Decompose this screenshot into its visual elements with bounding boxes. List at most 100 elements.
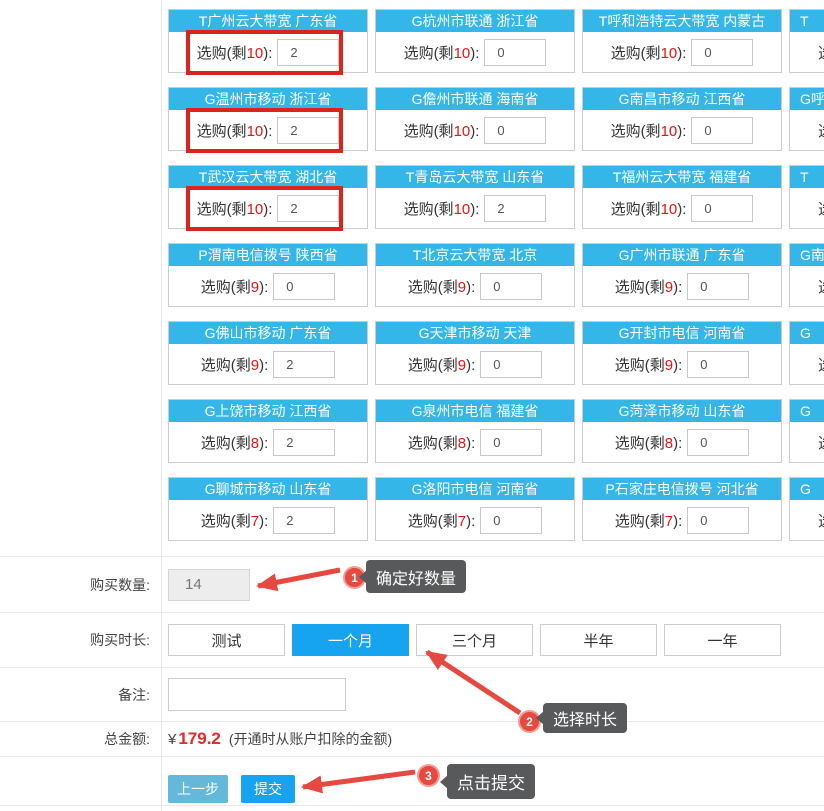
remaining-count: 9 [251, 279, 259, 296]
remaining-count: 10 [454, 123, 471, 140]
pick-quantity-input[interactable] [687, 507, 749, 534]
product-card: G杭州市联通 浙江省 选购(剩10): [375, 9, 575, 73]
pick-quantity-input[interactable] [273, 429, 335, 456]
pick-label: 选购(剩10): [611, 198, 687, 219]
remaining-count: 9 [251, 357, 259, 374]
remaining-count: 9 [665, 357, 673, 374]
remaining-count: 10 [247, 123, 264, 140]
product-card: T 选购(剩10): [789, 165, 824, 229]
pick-quantity-input[interactable] [687, 273, 749, 300]
duration-option[interactable]: 一年 [664, 624, 781, 656]
quantity-input[interactable] [168, 569, 250, 601]
remaining-count: 9 [458, 279, 466, 296]
duration-option[interactable]: 一个月 [292, 624, 409, 656]
product-card-title: G呼 [790, 88, 824, 110]
pick-quantity-input[interactable] [277, 195, 339, 222]
product-card: G聊城市移动 山东省 选购(剩7): [168, 477, 368, 541]
remaining-count: 10 [454, 201, 471, 218]
remaining-count: 10 [661, 201, 678, 218]
pick-quantity-input[interactable] [273, 351, 335, 378]
pick-label: 选购(剩7): [818, 510, 824, 531]
remaining-count: 10 [661, 45, 678, 62]
pick-label: 选购(剩8): [201, 432, 269, 453]
remaining-count: 7 [251, 513, 259, 530]
product-card: G南昌市移动 江西省 选购(剩10): [582, 87, 782, 151]
pick-quantity-input[interactable] [480, 429, 542, 456]
duration-option[interactable]: 半年 [540, 624, 657, 656]
product-card: G 选购(剩8): [789, 399, 824, 463]
product-card: T青岛云大带宽 山东省 选购(剩10): [375, 165, 575, 229]
pick-quantity-input[interactable] [273, 507, 335, 534]
pick-quantity-input[interactable] [484, 195, 546, 222]
remaining-count: 8 [665, 435, 673, 452]
product-card: G天津市移动 天津 选购(剩9): [375, 321, 575, 385]
tooltip-click-submit: 点击提交 [447, 764, 535, 799]
remark-row: 备注: [0, 667, 824, 721]
tooltip-confirm-quantity: 确定好数量 [366, 560, 466, 593]
pick-label: 选购(剩10): [818, 42, 824, 63]
product-card-title: G [790, 400, 824, 422]
submit-button[interactable]: 提交 [241, 775, 295, 803]
product-card: G开封市电信 河南省 选购(剩9): [582, 321, 782, 385]
product-card: G广州市联通 广东省 选购(剩9): [582, 243, 782, 307]
remaining-count: 9 [665, 279, 673, 296]
pick-quantity-input[interactable] [691, 117, 753, 144]
tooltip-select-duration: 选择时长 [543, 703, 627, 733]
product-card-title: T武汉云大带宽 湖北省 [169, 166, 367, 188]
product-card: G上饶市移动 江西省 选购(剩8): [168, 399, 368, 463]
product-card-title: T [790, 10, 824, 32]
product-card-title: P渭南电信拨号 陕西省 [169, 244, 367, 266]
pick-quantity-input[interactable] [480, 273, 542, 300]
pick-label: 选购(剩10): [197, 198, 273, 219]
product-card-title: G广州市联通 广东省 [583, 244, 781, 266]
pick-quantity-input[interactable] [691, 39, 753, 66]
remaining-count: 8 [458, 435, 466, 452]
remark-label: 备注: [0, 685, 161, 705]
pick-quantity-input[interactable] [484, 117, 546, 144]
product-card-title: G泉州市电信 福建省 [376, 400, 574, 422]
product-card: G洛阳市电信 河南省 选购(剩7): [375, 477, 575, 541]
pick-label: 选购(剩9): [201, 276, 269, 297]
pick-quantity-input[interactable] [273, 273, 335, 300]
remaining-count: 7 [665, 513, 673, 530]
pick-label: 选购(剩8): [818, 432, 824, 453]
product-card: T武汉云大带宽 湖北省 选购(剩10): [168, 165, 368, 229]
pick-quantity-input[interactable] [277, 39, 339, 66]
pick-label: 选购(剩9): [408, 354, 476, 375]
pick-quantity-input[interactable] [687, 429, 749, 456]
quantity-label: 购买数量: [0, 575, 161, 595]
product-card: T呼和浩特云大带宽 内蒙古 选购(剩10): [582, 9, 782, 73]
pick-quantity-input[interactable] [480, 351, 542, 378]
remaining-count: 10 [247, 201, 264, 218]
pick-quantity-input[interactable] [480, 507, 542, 534]
product-card-title: T青岛云大带宽 山东省 [376, 166, 574, 188]
duration-option[interactable]: 测试 [168, 624, 285, 656]
product-card: G呼 选购(剩10): [789, 87, 824, 151]
pick-label: 选购(剩10): [611, 42, 687, 63]
pick-label: 选购(剩10): [818, 120, 824, 141]
product-card: G南 选购(剩9): [789, 243, 824, 307]
product-card-title: G温州市移动 浙江省 [169, 88, 367, 110]
product-card: G温州市移动 浙江省 选购(剩10): [168, 87, 368, 151]
pick-quantity-input[interactable] [484, 39, 546, 66]
remaining-count: 9 [458, 357, 466, 374]
pick-quantity-input[interactable] [277, 117, 339, 144]
pick-label: 选购(剩8): [615, 432, 683, 453]
prev-step-button[interactable]: 上一步 [168, 775, 228, 803]
total-label: 总金额: [0, 729, 161, 749]
product-card-title: G天津市移动 天津 [376, 322, 574, 344]
currency-symbol: ¥ [168, 731, 176, 748]
remaining-count: 10 [454, 45, 471, 62]
duration-option[interactable]: 三个月 [416, 624, 533, 656]
product-card: G泉州市电信 福建省 选购(剩8): [375, 399, 575, 463]
product-card: G儋州市联通 海南省 选购(剩10): [375, 87, 575, 151]
remark-input[interactable] [168, 678, 346, 711]
product-card: P石家庄电信拨号 河北省 选购(剩7): [582, 477, 782, 541]
pick-label: 选购(剩10): [818, 198, 824, 219]
actions-row: 上一步 提交 [0, 756, 824, 806]
product-card-title: G洛阳市电信 河南省 [376, 478, 574, 500]
card-grid: T广州云大带宽 广东省 选购(剩10): G杭州市联通 浙江省 选购(剩10):… [168, 9, 824, 541]
pick-quantity-input[interactable] [691, 195, 753, 222]
pick-quantity-input[interactable] [687, 351, 749, 378]
pick-label: 选购(剩9): [818, 276, 824, 297]
